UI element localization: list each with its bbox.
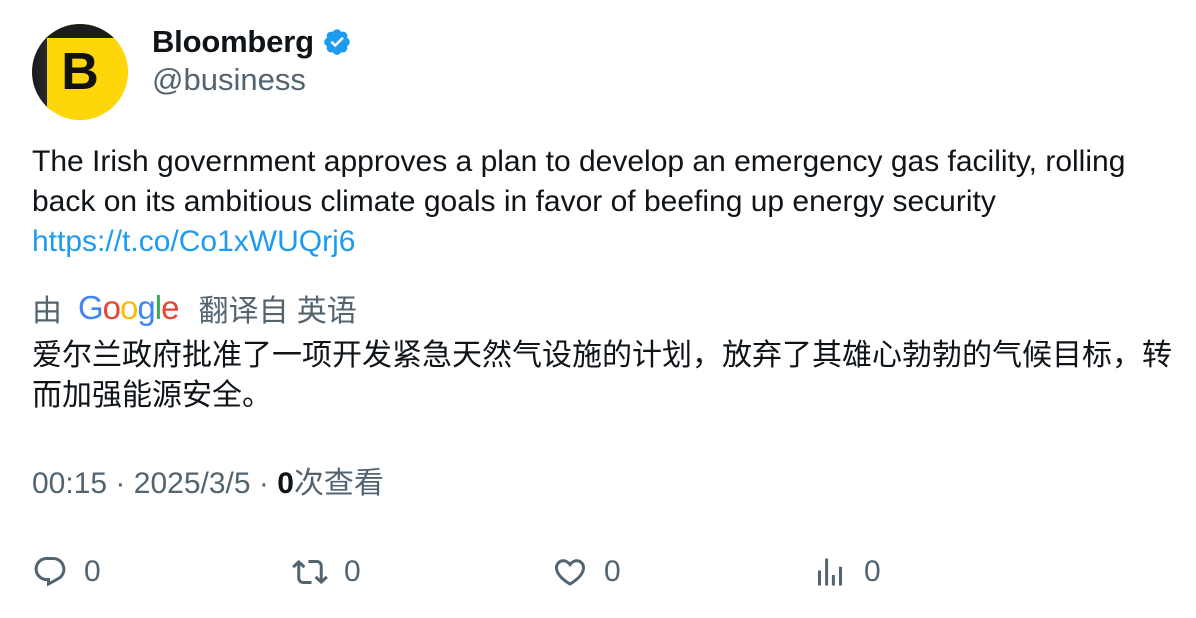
views-action-count: 0 [864, 555, 881, 588]
like-button[interactable]: 0 [552, 552, 621, 592]
tweet-body: The Irish government approves a plan to … [32, 145, 1126, 218]
tweet-link[interactable]: https://t.co/Co1xWUQrj6 [32, 225, 355, 258]
meta-separator: · [258, 467, 269, 500]
retweet-count: 0 [344, 555, 361, 588]
verified-badge-icon[interactable] [322, 27, 352, 57]
author-handle[interactable]: @business [152, 62, 306, 98]
heart-icon [554, 559, 586, 586]
translated-text: 爱尔兰政府批准了一项开发紧急天然气设施的计划，放弃了其雄心勃勃的气候目标，转而加… [32, 339, 1172, 412]
views-label: 次查看 [293, 467, 384, 500]
tweet-meta: 00:15 · 2025/3/5 · 0次查看 [32, 464, 384, 504]
avatar-letter: B [61, 43, 99, 101]
views-button[interactable]: 0 [812, 552, 881, 592]
reply-button[interactable]: 0 [32, 552, 101, 592]
translation-attribution: 由 Google 翻译自 英语 [32, 288, 357, 328]
views-count: 0 [277, 467, 294, 500]
tweet-card: B Bloomberg @business The Irish governme… [0, 0, 1196, 618]
action-bar: 0 0 0 0 [32, 552, 1172, 592]
translated-from-label: 翻译自 英语 [198, 295, 357, 328]
like-count: 0 [604, 555, 621, 588]
display-name[interactable]: Bloomberg [152, 24, 314, 60]
tweet-text: The Irish government approves a plan to … [32, 142, 1172, 262]
meta-separator: · [115, 467, 126, 500]
google-logo-icon[interactable]: Google [78, 289, 179, 327]
tweet-time[interactable]: 00:15 [32, 467, 107, 500]
avatar[interactable]: B [32, 24, 128, 120]
reply-icon [34, 557, 66, 587]
analytics-icon [818, 558, 842, 586]
retweet-icon [292, 559, 328, 585]
author-name-row: Bloomberg [152, 22, 352, 62]
retweet-button[interactable]: 0 [292, 552, 361, 592]
reply-count: 0 [84, 555, 101, 588]
tweet-date[interactable]: 2025/3/5 [134, 467, 251, 500]
translated-by-label: 由 [32, 295, 62, 328]
